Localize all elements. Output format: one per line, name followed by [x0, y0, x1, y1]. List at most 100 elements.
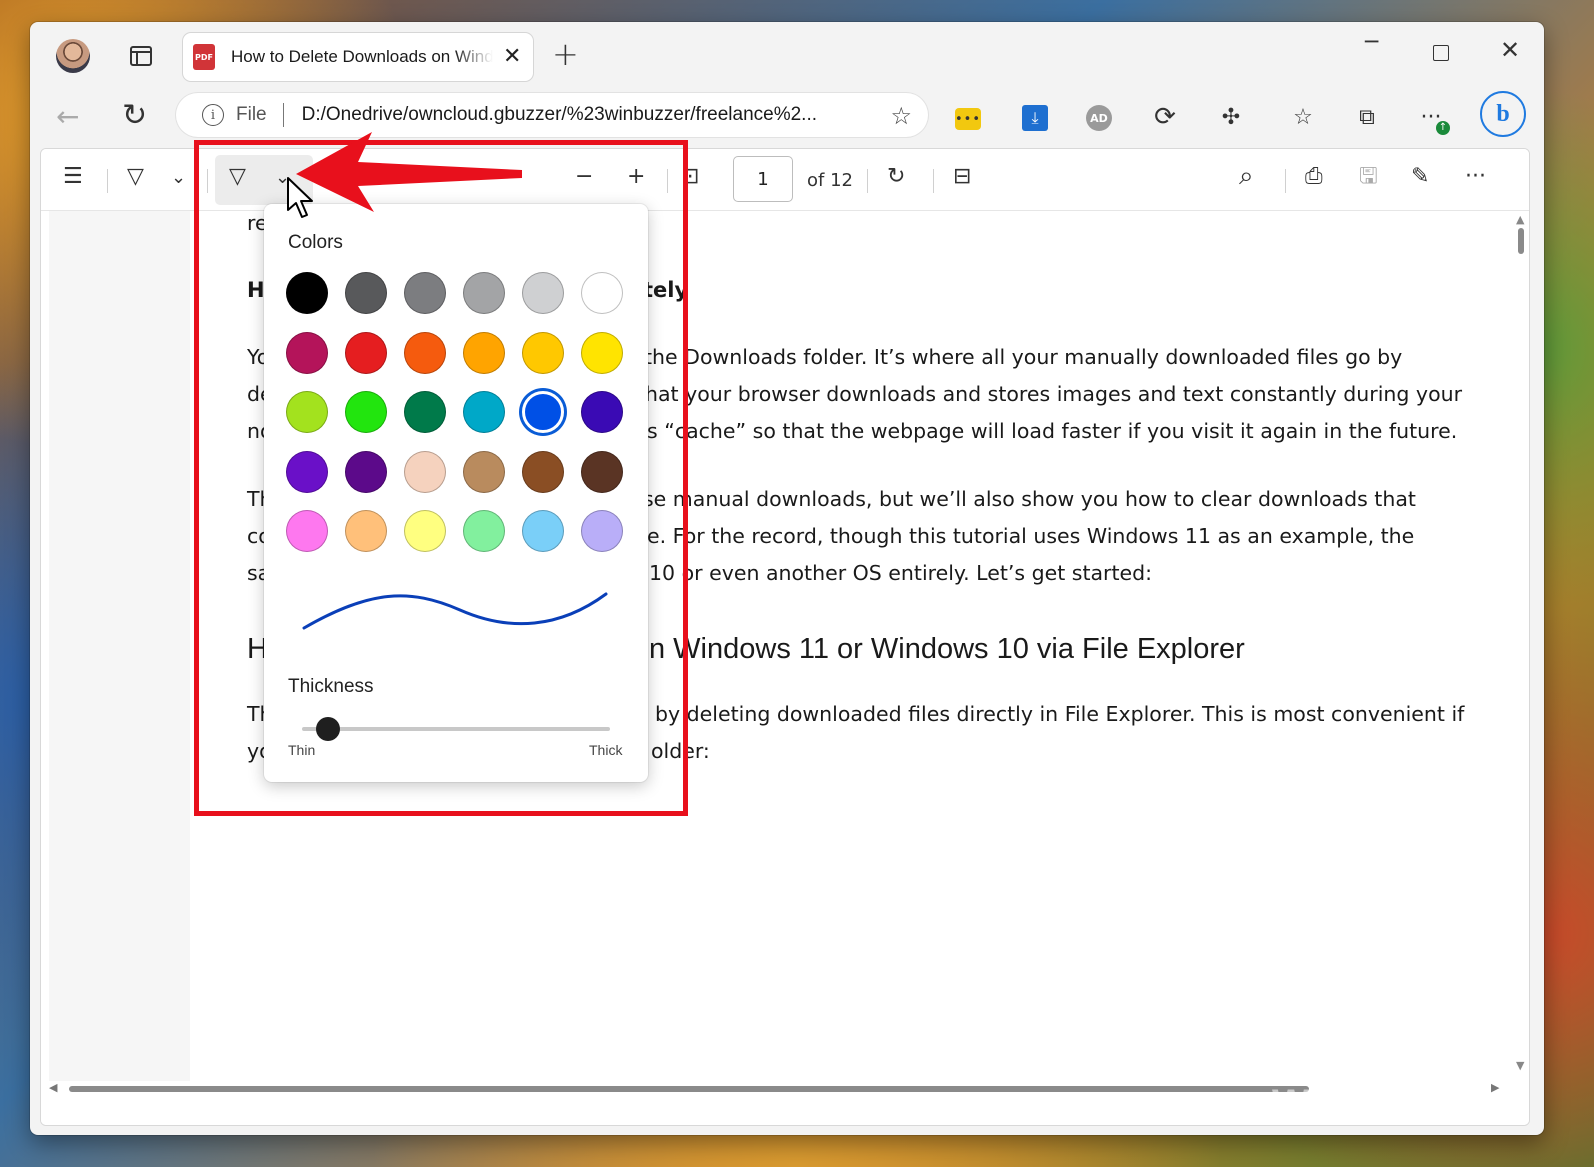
address-row: ← ↻ i File D:/Onedrive/owncloud.gbuzzer/…	[30, 88, 1544, 148]
color-swatch[interactable]	[463, 272, 505, 314]
color-swatch[interactable]	[522, 331, 564, 374]
color-swatch[interactable]	[522, 272, 564, 314]
doc-line: e. For the record, though this tutorial …	[647, 524, 1415, 548]
save-icon[interactable]: 🖫	[1359, 166, 1378, 188]
color-swatch[interactable]	[404, 450, 446, 493]
new-tab-button[interactable]: +	[552, 38, 579, 70]
highlight-chevron-icon[interactable]: ⌄	[171, 169, 186, 187]
color-swatch[interactable]	[345, 450, 387, 493]
color-swatch[interactable]	[463, 450, 505, 493]
rotate-icon[interactable]: ↻	[887, 166, 905, 188]
zoom-out-button[interactable]: −	[575, 166, 593, 188]
maximize-button[interactable]	[1433, 45, 1449, 61]
close-window-button[interactable]: ✕	[1500, 38, 1520, 62]
back-button[interactable]: ←	[56, 100, 79, 133]
color-swatch[interactable]	[463, 331, 505, 374]
color-swatch[interactable]	[345, 331, 387, 374]
color-swatch[interactable]	[522, 450, 564, 493]
scroll-left-icon[interactable]: ◀	[49, 1081, 57, 1094]
color-swatch[interactable]	[286, 272, 328, 314]
page-total: of 12	[807, 170, 853, 191]
color-swatch[interactable]	[404, 331, 446, 374]
vertical-scroll-thumb[interactable]	[1518, 228, 1524, 254]
doc-line: older:	[651, 739, 710, 763]
color-swatch[interactable]	[345, 510, 387, 552]
password-extension-icon[interactable]: •••	[955, 108, 981, 130]
zoom-in-button[interactable]: +	[627, 166, 645, 188]
print-icon[interactable]: ⎙	[1305, 166, 1323, 188]
adblock-extension-icon[interactable]: AD	[1086, 105, 1112, 131]
doc-line: by deleting downloaded files directly in…	[655, 702, 1465, 726]
bing-chat-button[interactable]: b	[1480, 91, 1526, 137]
thickness-slider-track[interactable]	[302, 727, 610, 731]
sync-icon[interactable]: ⟳	[1150, 102, 1180, 132]
color-swatch[interactable]	[463, 391, 505, 433]
profile-avatar[interactable]	[56, 39, 90, 73]
fit-page-icon[interactable]: ⊡	[681, 166, 699, 188]
highlight-icon[interactable]: ▽	[127, 166, 144, 188]
doc-heading: n Windows 11 or Windows 10 via File Expl…	[649, 633, 1245, 665]
pdf-toolbar: ☰ ▽ ⌄ ▽ ⌄ − + ⊡ 1 of 12 ↻ ⊟ ⌕ ⎙ 🖫 ✎ ···	[41, 149, 1529, 211]
info-icon[interactable]: i	[202, 104, 224, 126]
minimize-button[interactable]: ─	[1365, 32, 1378, 54]
vertical-scrollbar[interactable]: ▲ ▼	[1515, 213, 1527, 1123]
doc-line: s “cache” so that the webpage will load …	[647, 419, 1458, 443]
watermark: WinBuzzer	[1272, 1082, 1486, 1126]
thickness-heading: Thickness	[288, 676, 374, 697]
add-favorite-icon[interactable]: ☆	[890, 102, 912, 130]
color-swatch[interactable]	[581, 272, 623, 314]
refresh-button[interactable]: ↻	[122, 98, 147, 133]
toolbar-divider	[1285, 169, 1286, 193]
thickness-max-label: Thick	[589, 742, 623, 758]
save-as-icon[interactable]: ✎	[1411, 166, 1429, 188]
more-actions-icon[interactable]: ···	[1465, 166, 1486, 188]
url-text[interactable]: D:/Onedrive/owncloud.gbuzzer/%23winbuzze…	[302, 104, 817, 126]
doc-line: the Downloads folder. It’s where all you…	[644, 345, 1403, 369]
color-swatch[interactable]	[581, 450, 623, 493]
page-gutter	[49, 211, 190, 1081]
tab-close-icon[interactable]: ✕	[503, 46, 521, 68]
browser-window: PDF How to Delete Downloads on Windows 1…	[30, 22, 1544, 1135]
color-swatch[interactable]	[581, 331, 623, 374]
toolbar-divider	[207, 169, 208, 193]
page-number-input[interactable]: 1	[733, 156, 793, 202]
color-swatch[interactable]	[286, 450, 328, 493]
tab-active[interactable]: PDF How to Delete Downloads on Windows 1…	[183, 33, 533, 81]
download-extension-icon[interactable]: ⤓	[1022, 105, 1048, 131]
color-swatch[interactable]	[286, 391, 328, 433]
collections-icon[interactable]: ⧉	[1352, 102, 1382, 132]
doc-heading-fragment: H	[247, 278, 265, 302]
color-swatch[interactable]	[345, 272, 387, 314]
page-layout-icon[interactable]: ⊟	[953, 166, 971, 188]
address-bar[interactable]: i File D:/Onedrive/owncloud.gbuzzer/%23w…	[176, 93, 928, 137]
color-swatch[interactable]	[581, 510, 623, 552]
toolbar-divider	[667, 169, 668, 193]
color-swatch[interactable]	[463, 510, 505, 552]
annotation-arrow-icon	[296, 132, 522, 212]
ink-color-flyout: Colors Thickness Thin Thick	[264, 204, 648, 782]
color-swatch[interactable]	[286, 331, 328, 374]
scroll-up-icon[interactable]: ▲	[1516, 213, 1524, 226]
toolbar-divider	[867, 169, 868, 193]
horizontal-scroll-thumb[interactable]	[69, 1086, 1309, 1092]
address-divider	[282, 103, 284, 127]
color-swatch[interactable]	[286, 510, 328, 552]
color-swatch[interactable]	[345, 391, 387, 433]
thickness-slider-thumb[interactable]	[316, 717, 341, 741]
extensions-icon[interactable]: ✣	[1216, 102, 1246, 132]
tab-actions-icon[interactable]	[130, 46, 152, 66]
color-swatch[interactable]	[522, 510, 564, 552]
scroll-down-icon[interactable]: ▼	[1516, 1059, 1524, 1072]
scroll-right-icon[interactable]: ▶	[1491, 1081, 1499, 1094]
color-swatch[interactable]	[404, 272, 446, 314]
contents-icon[interactable]: ☰	[63, 166, 83, 188]
tab-title: How to Delete Downloads on Windows 11	[231, 47, 493, 66]
color-swatch[interactable]	[404, 510, 446, 552]
search-icon[interactable]: ⌕	[1239, 163, 1254, 189]
color-swatch[interactable]	[581, 391, 623, 433]
draw-icon[interactable]: ▽	[229, 166, 246, 188]
color-swatch[interactable]	[404, 391, 446, 433]
colors-heading: Colors	[288, 232, 343, 253]
favorites-icon[interactable]: ☆	[1288, 102, 1318, 132]
color-swatch-selected[interactable]	[522, 391, 564, 433]
